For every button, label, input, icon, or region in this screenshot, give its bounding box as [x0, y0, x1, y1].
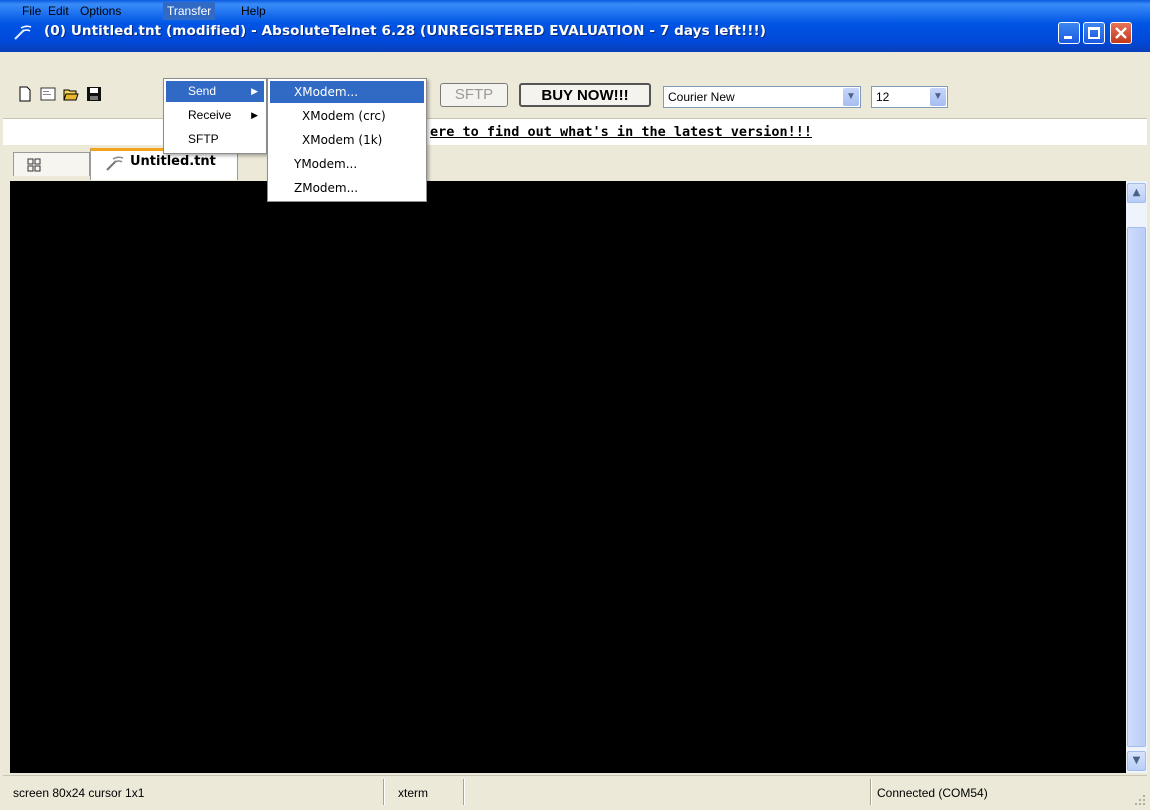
new-document-icon[interactable] — [17, 86, 33, 102]
status-terminal-type: xterm — [398, 786, 428, 800]
telnet-app-icon — [14, 25, 32, 40]
font-select-value: Courier New — [668, 90, 735, 104]
save-disk-icon[interactable] — [86, 86, 102, 102]
menu-file[interactable]: File — [18, 2, 45, 20]
menu-item-label: Send — [188, 84, 217, 98]
tab-label: Untitled.tnt — [130, 154, 216, 169]
menu-item-xmodem[interactable]: XModem... — [270, 81, 424, 103]
grid-icon — [27, 158, 41, 172]
scroll-down-icon[interactable]: ▼ — [1127, 751, 1146, 771]
menu-item-xmodem-1k[interactable]: XModem (1k) — [270, 129, 424, 151]
minimize-button[interactable] — [1058, 22, 1080, 44]
scroll-up-icon[interactable]: ▲ — [1127, 183, 1146, 203]
terminal-screen[interactable] — [10, 181, 1126, 773]
scrollbar-thumb[interactable] — [1127, 227, 1146, 747]
transfer-menu: Send ▶ Receive ▶ SFTP — [163, 78, 267, 154]
submenu-arrow-icon: ▶ — [251, 86, 258, 96]
menu-options[interactable]: Options — [76, 2, 125, 20]
menu-item-zmodem[interactable]: ZModem... — [270, 177, 424, 199]
buy-now-button[interactable]: BUY NOW!!! — [519, 83, 651, 107]
close-icon — [1115, 27, 1127, 39]
menu-item-label: SFTP — [188, 132, 219, 146]
status-divider — [463, 779, 464, 805]
status-connection: Connected (COM54) — [877, 786, 988, 800]
telnet-session-icon — [106, 156, 124, 171]
menu-item-send[interactable]: Send ▶ — [166, 81, 264, 102]
menu-bar — [3, 52, 1147, 74]
menu-item-label: Receive — [188, 108, 232, 122]
sftp-button[interactable]: SFTP — [440, 83, 508, 107]
send-submenu: XModem... XModem (crc) XModem (1k) YMode… — [267, 78, 427, 202]
open-folder-icon[interactable] — [63, 86, 79, 102]
tab-overview[interactable] — [13, 152, 90, 176]
latest-version-link[interactable]: ere to find out what's in the latest ver… — [430, 124, 812, 140]
maximize-icon — [1088, 27, 1100, 39]
status-divider — [383, 779, 384, 805]
close-button[interactable] — [1110, 22, 1132, 44]
chevron-down-icon[interactable]: ▼ — [843, 88, 859, 106]
minimize-icon — [1064, 36, 1072, 39]
font-size-value: 12 — [876, 90, 890, 104]
status-divider — [870, 779, 871, 805]
submenu-arrow-icon: ▶ — [251, 110, 258, 120]
menu-transfer[interactable]: Transfer — [163, 2, 216, 20]
vertical-scrollbar[interactable]: ▲ ▼ — [1126, 181, 1147, 773]
resize-grip-icon[interactable] — [1132, 792, 1146, 806]
menu-help[interactable]: Help — [237, 2, 270, 20]
status-screen: screen 80x24 cursor 1x1 — [13, 786, 145, 800]
chevron-down-icon[interactable]: ▼ — [930, 88, 946, 106]
maximize-button[interactable] — [1083, 22, 1105, 44]
font-size-select[interactable]: 12 ▼ — [871, 86, 948, 108]
properties-icon[interactable] — [40, 86, 56, 102]
menu-item-xmodem-crc[interactable]: XModem (crc) — [270, 105, 424, 127]
menu-item-sftp[interactable]: SFTP — [166, 129, 264, 150]
menu-edit[interactable]: Edit — [44, 2, 73, 20]
window-title: (0) Untitled.tnt (modified) - AbsoluteTe… — [44, 23, 767, 39]
menu-item-ymodem[interactable]: YModem... — [270, 153, 424, 175]
menu-item-receive[interactable]: Receive ▶ — [166, 105, 264, 126]
font-select[interactable]: Courier New ▼ — [663, 86, 861, 108]
